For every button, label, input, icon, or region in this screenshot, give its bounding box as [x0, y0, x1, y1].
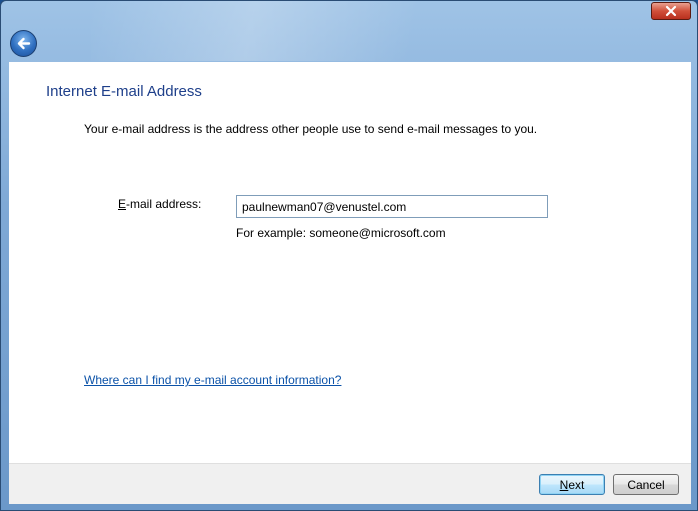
next-button-label: Next — [560, 478, 585, 492]
back-arrow-icon — [17, 37, 31, 50]
email-info-help-link[interactable]: Where can I find my e-mail account infor… — [84, 373, 341, 387]
email-example-text: For example: someone@microsoft.com — [236, 226, 446, 240]
back-button[interactable] — [10, 30, 37, 57]
cancel-button[interactable]: Cancel — [613, 474, 679, 495]
close-button[interactable] — [651, 2, 691, 20]
page-title: Internet E-mail Address — [46, 83, 202, 100]
email-address-input[interactable] — [236, 195, 548, 218]
next-button[interactable]: Next — [539, 474, 605, 495]
email-label-text: -mail address: — [126, 197, 202, 211]
next-label-text: ext — [568, 477, 585, 492]
close-icon — [665, 5, 677, 17]
intro-text: Your e-mail address is the address other… — [84, 122, 538, 136]
wizard-window: Internet E-mail Address Your e-mail addr… — [0, 0, 698, 511]
wizard-footer: Next Cancel — [9, 463, 691, 504]
email-label: E-mail address: — [118, 197, 201, 211]
title-bar-glass — [91, 1, 491, 61]
email-label-accelerator: E — [118, 197, 127, 211]
wizard-content: Internet E-mail Address Your e-mail addr… — [9, 62, 691, 463]
